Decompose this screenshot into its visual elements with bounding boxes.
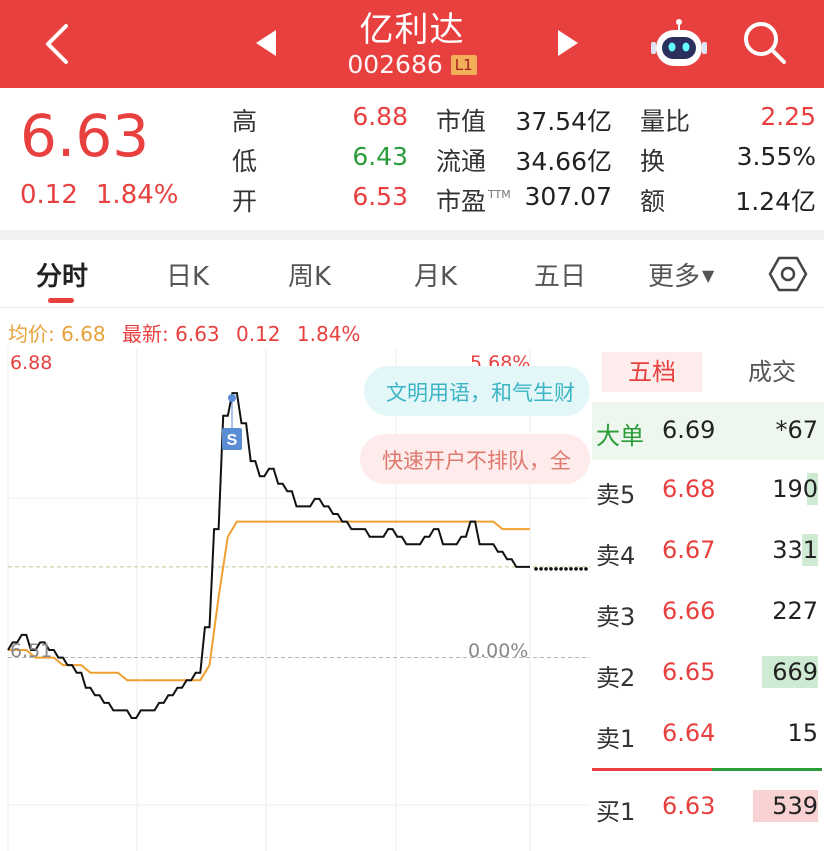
next-triangle-icon[interactable] [552,26,582,60]
ask-level-label: 卖1 [596,725,636,753]
sell-marker-label: S [227,432,238,449]
ask-price: 6.67 [662,536,716,564]
ask-volume: 190 [772,475,818,503]
low-value: 6.43 [352,142,408,171]
settings-hexagon-icon[interactable] [768,254,808,294]
order-book: 五档 成交 大单 6.69 *67 卖5 6.68 190 卖4 6.67 331 卖3 6.… [592,348,824,851]
turnover-value: 3.55% [736,142,816,171]
ask-row[interactable]: 卖5 6.68 190 [592,461,824,519]
ask-row[interactable]: 卖2 6.65 669 [592,644,824,702]
tail-dot [584,567,588,571]
market-cap-value: 37.54亿 [515,107,612,136]
high-value: 6.88 [352,102,408,131]
tail-dot [534,567,538,571]
amount-label: 额 [640,187,666,216]
pct-base-label: 0.00% [468,640,529,662]
tab-intraday[interactable]: 分时 [36,256,88,293]
pe-value: 307.07 [524,182,612,211]
section-divider [0,230,824,240]
intraday-info-line: 均价: 6.68 最新: 6.63 0.12 1.84% [8,322,361,346]
price-change: 0.12 1.84% [20,180,179,210]
ask-divider [592,768,712,771]
ask-price: 6.66 [662,597,716,625]
float-cap-label: 流通 [436,147,487,176]
chart-tabs: 分时 日K 周K 月K 五日 更多 ▼ [0,240,824,308]
ask-row[interactable]: 卖3 6.66 227 [592,583,824,641]
tail-dots [534,567,588,571]
bid-divider [712,768,822,771]
tail-dot [539,567,543,571]
tail-dot [574,567,578,571]
amount-value: 1.24亿 [735,187,816,216]
dropdown-triangle-icon: ▼ [702,266,715,285]
ask-level-label: 卖3 [596,603,636,631]
ask-level-label: 卖2 [596,664,636,692]
level-badge: L1 [450,55,477,75]
ask-level-label: 卖5 [596,481,636,509]
chat-bubble-1[interactable]: 文明用语，和气生财 [364,366,590,416]
ask-price: 6.65 [662,658,716,686]
ask-volume: 15 [787,719,818,747]
chat-bubble-2[interactable]: 快速开户不排队，全 [360,434,590,484]
volume-ratio-label: 量比 [640,107,691,136]
intraday-chart[interactable]: S 6.88 5.68% 6.51 0.00% 文明用语，和气生财 快速开户不排… [0,348,590,851]
bid-volume: 539 [772,792,818,820]
tail-dot [564,567,568,571]
tab-five-day[interactable]: 五日 [534,256,586,293]
ask-volume: 227 [772,597,818,625]
robot-assistant-icon[interactable] [650,16,708,72]
big-order-row: 大单 6.69 *67 [592,402,824,460]
tail-dot [559,567,563,571]
bid-price: 6.63 [662,792,716,820]
tab-monthly-k[interactable]: 月K [414,256,457,293]
tab-daily-k[interactable]: 日K [166,256,209,293]
chart-canvas: S [7,348,590,851]
ask-row[interactable]: 卖1 6.64 15 [592,705,824,763]
open-value: 6.53 [352,182,408,211]
tab-five-levels[interactable]: 五档 [602,352,702,392]
ask-row[interactable]: 卖4 6.67 331 [592,522,824,580]
prev-triangle-icon[interactable] [252,26,282,60]
open-label: 开 [232,187,258,216]
tail-dot [549,567,553,571]
ask-price: 6.68 [662,475,716,503]
tab-weekly-k[interactable]: 周K [288,256,331,293]
ask-volume: 331 [772,536,818,564]
ask-level-label: 卖4 [596,542,636,570]
bid-level-label: 买1 [596,798,636,826]
pe-label: 市盈 TTM [436,187,511,216]
y-top-label: 6.88 [10,352,53,374]
turnover-label: 换 [640,147,666,176]
tab-more[interactable]: 更多 ▼ [648,256,714,293]
search-icon[interactable] [740,18,790,68]
tab-trades[interactable]: 成交 [732,352,812,392]
high-label: 高 [232,107,258,136]
order-book-tabs: 五档 成交 [592,348,824,398]
top-bar: 亿利达 002686 L1 [0,0,824,88]
current-price: 6.63 [20,102,150,170]
volume-ratio-value: 2.25 [760,102,816,131]
y-base-label: 6.51 [10,640,53,662]
tail-dot [569,567,573,571]
float-cap-value: 34.66亿 [515,147,612,176]
tab-active-indicator [48,298,74,303]
bid-row[interactable]: 买1 6.63 539 [592,778,824,836]
market-cap-label: 市值 [436,107,487,136]
ask-price: 6.64 [662,719,716,747]
tail-dot [554,567,558,571]
tail-dot [579,567,583,571]
low-label: 低 [232,147,258,176]
avg-price-line [8,520,530,682]
quote-panel: 6.63 0.12 1.84% 高 6.88 市值 37.54亿 量比 2.25 … [0,88,824,230]
tail-dot [544,567,548,571]
ask-volume: 669 [772,658,818,686]
